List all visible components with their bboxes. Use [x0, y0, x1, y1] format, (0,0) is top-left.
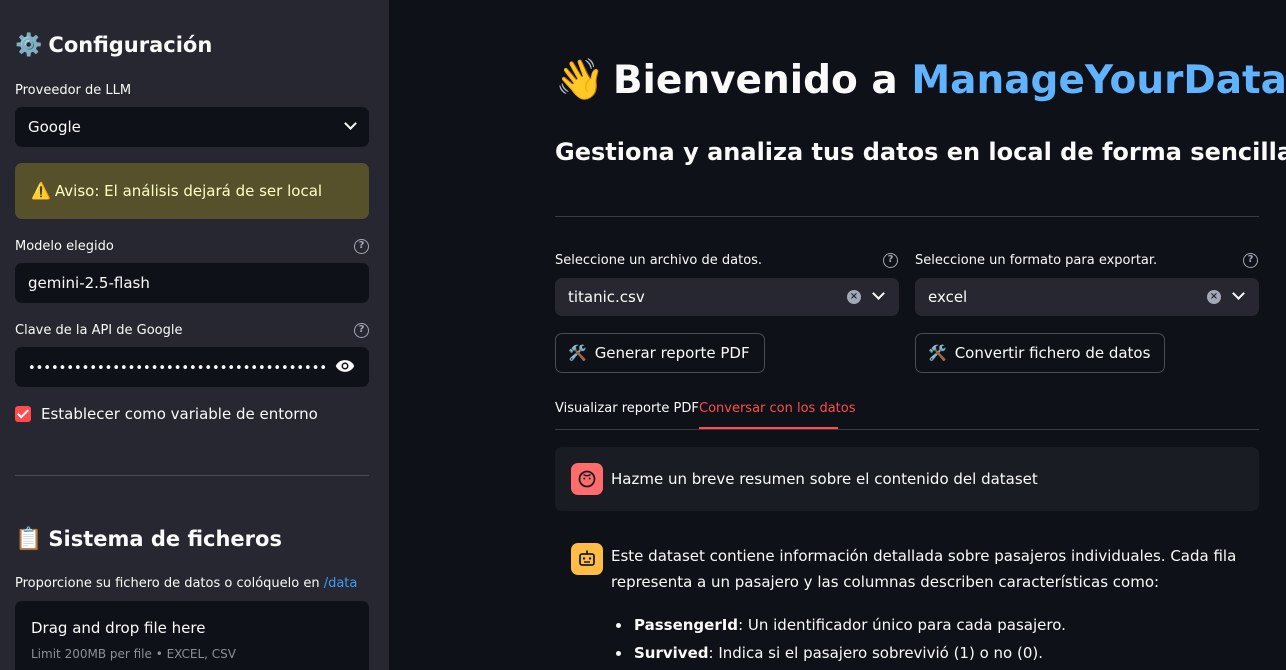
chevron-down-icon	[344, 117, 357, 130]
page-title: 👋 Bienvenido a ManageYourData	[555, 57, 1286, 103]
sidebar-divider	[15, 475, 369, 476]
main-divider	[555, 216, 1259, 217]
data-file-select[interactable]: titanic.csv ×	[555, 278, 899, 316]
file-dropzone[interactable]: Drag and drop file here Limit 200MB per …	[15, 601, 369, 670]
generate-report-button[interactable]: 🛠️ Generar reporte PDF	[555, 333, 765, 373]
list-item: PassengerId: Un identificador único para…	[611, 611, 1261, 639]
user-message-text: Hazme un breve resumen sobre el contenid…	[611, 470, 1038, 488]
help-icon[interactable]: ?	[354, 239, 369, 254]
dropzone-title: Drag and drop file here	[31, 619, 206, 637]
dropzone-subtitle: Limit 200MB per file • EXCEL, CSV	[31, 647, 237, 661]
clear-icon[interactable]: ×	[847, 290, 861, 304]
chevron-down-icon	[1232, 287, 1245, 300]
tab-view-report[interactable]: Visualizar reporte PDF	[555, 401, 699, 416]
export-format-value: excel	[928, 288, 968, 306]
tools-icon: 🛠️	[568, 344, 587, 362]
env-checkbox[interactable]	[15, 406, 31, 422]
waving-hand-icon: 👋	[555, 57, 605, 103]
data-file-value: titanic.csv	[568, 288, 645, 306]
warning-alert: ⚠️ Aviso: El análisis dejará de ser local	[15, 163, 369, 219]
bot-message-text: Este dataset contiene información detall…	[611, 547, 1237, 591]
bot-message-bullets: PassengerId: Un identificador único para…	[611, 611, 1261, 667]
eye-icon[interactable]	[335, 359, 355, 373]
clipboard-icon: 📋	[15, 527, 43, 552]
warning-text: Aviso: El análisis dejará de ser local	[54, 182, 323, 200]
convert-file-button[interactable]: 🛠️ Convertir fichero de datos	[915, 333, 1166, 373]
provider-label: Proveedor de LLM	[15, 83, 132, 98]
api-key-value: •••••••••••••••••••••••••••••••••••••••	[28, 361, 328, 376]
user-avatar-icon	[571, 463, 603, 495]
chevron-down-icon	[872, 287, 885, 300]
tools-icon: 🛠️	[928, 344, 947, 362]
export-format-select[interactable]: excel ×	[915, 278, 1259, 316]
env-checkbox-label[interactable]: Establecer como variable de entorno	[41, 405, 318, 423]
app-root: ⚙️ Configuración Proveedor de LLM Google …	[0, 0, 1286, 670]
model-input-value: gemini-2.5-flash	[28, 274, 150, 292]
config-heading: ⚙️ Configuración	[15, 33, 213, 58]
model-label: Modelo elegido	[15, 239, 114, 254]
help-icon[interactable]: ?	[883, 253, 898, 268]
main-content: 👋 Bienvenido a ManageYourData Gestiona y …	[389, 0, 1286, 670]
data-folder-link[interactable]: /data	[324, 576, 358, 591]
sidebar: ⚙️ Configuración Proveedor de LLM Google …	[0, 0, 389, 670]
chat-message-user: Hazme un breve resumen sobre el contenid…	[555, 447, 1259, 511]
api-key-input[interactable]: •••••••••••••••••••••••••••••••••••••••	[15, 347, 369, 387]
help-icon[interactable]: ?	[1243, 253, 1258, 268]
active-tab-indicator	[699, 427, 838, 429]
clear-icon[interactable]: ×	[1207, 290, 1221, 304]
files-caption: Proporcione su fichero de datos o colóqu…	[15, 576, 358, 591]
tab-bar: Visualizar reporte PDF Conversar con los…	[555, 398, 1259, 430]
provider-select-value: Google	[28, 118, 81, 136]
provider-select[interactable]: Google	[15, 107, 369, 147]
model-input[interactable]: gemini-2.5-flash	[15, 263, 369, 303]
page-subtitle: Gestiona y analiza tus datos en local de…	[555, 138, 1286, 166]
warning-icon: ⚠️	[31, 181, 51, 200]
title-accent: ManageYourData	[911, 58, 1286, 103]
data-file-label: Seleccione un archivo de datos.	[555, 253, 763, 268]
list-item: Survived: Indica si el pasajero sobreviv…	[611, 639, 1261, 667]
tab-chat-data[interactable]: Conversar con los datos	[699, 401, 856, 416]
help-icon[interactable]: ?	[354, 323, 369, 338]
export-format-label: Seleccione un formato para exportar.	[915, 253, 1158, 268]
api-key-label: Clave de la API de Google	[15, 323, 183, 338]
bot-avatar-icon	[571, 543, 603, 575]
files-heading: 📋 Sistema de ficheros	[15, 527, 282, 552]
gear-icon: ⚙️	[15, 33, 43, 58]
